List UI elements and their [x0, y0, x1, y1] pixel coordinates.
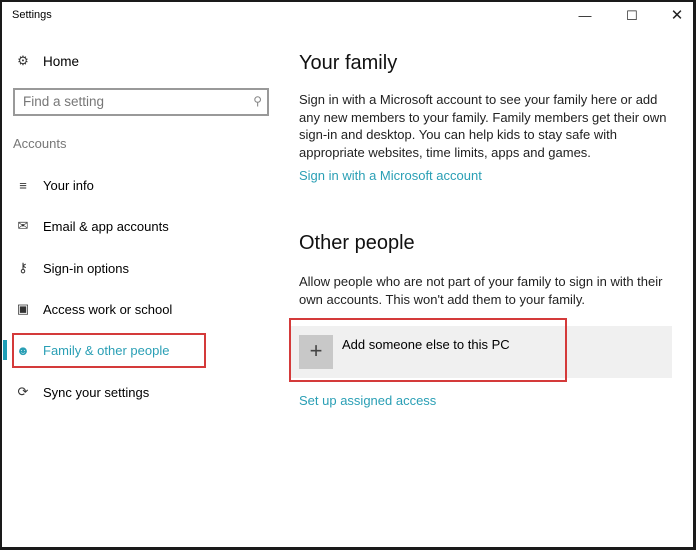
maximize-button[interactable]: ☐ — [622, 6, 642, 26]
family-description: Sign in with a Microsoft account to see … — [299, 92, 667, 160]
gear-icon: ⚙ — [17, 53, 29, 68]
minimize-button[interactable]: — — [575, 6, 595, 26]
microsoft-sign-in-link[interactable]: Sign in with a Microsoft account — [299, 168, 482, 183]
sync-icon: ⟳ — [17, 384, 29, 399]
search-input[interactable]: Find a setting ⚲ — [13, 88, 269, 116]
sidebar-item-home[interactable]: ⚙ Home — [15, 51, 79, 71]
mail-icon: ✉ — [17, 218, 29, 233]
selected-indicator — [3, 340, 7, 360]
contact-info-icon: ≡ — [19, 177, 27, 193]
highlight-box — [289, 318, 567, 382]
other-people-description: Allow people who are not part of your fa… — [299, 274, 663, 307]
briefcase-icon: ▣ — [16, 301, 30, 316]
other-people-heading: Other people — [299, 232, 415, 254]
sidebar-item-sign-in[interactable]: ⚷ Sign-in options — [15, 258, 129, 278]
search-icon: ⚲ — [253, 94, 262, 108]
key-icon: ⚷ — [18, 260, 28, 275]
family-heading: Your family — [299, 52, 398, 74]
window-title: Settings — [12, 9, 52, 21]
close-button[interactable]: ✕ — [667, 6, 687, 26]
sidebar-item-sync[interactable]: ⟳ Sync your settings — [15, 382, 150, 402]
person-icon: ☻ — [16, 342, 30, 358]
assigned-access-link[interactable]: Set up assigned access — [299, 393, 436, 408]
sidebar-item-email[interactable]: ✉ Email & app accounts — [15, 216, 169, 236]
section-heading: Accounts — [13, 136, 67, 151]
sidebar-item-your-info[interactable]: ≡ Your info — [15, 175, 94, 195]
sidebar-item-work[interactable]: ▣ Access work or school — [15, 299, 172, 319]
sidebar-item-family[interactable]: ☻ Family & other people — [15, 340, 169, 360]
